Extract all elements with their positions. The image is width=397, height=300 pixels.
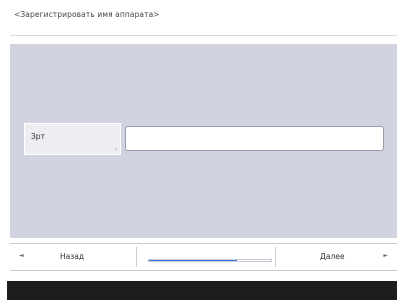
right-triangle-icon: ► <box>383 252 388 259</box>
step-progress-bar <box>148 259 272 262</box>
step-progress-fill <box>149 260 237 261</box>
next-button[interactable]: Далее ► <box>275 247 397 267</box>
label-marker-icon: › <box>115 147 117 153</box>
next-button-label: Далее <box>320 252 345 261</box>
back-button-label: Назад <box>60 252 85 261</box>
navigation-bar: ◄ Назад Далее ► <box>10 243 397 271</box>
device-name-label: Зрт <box>31 132 45 141</box>
bottom-status-strip <box>7 281 397 300</box>
device-name-label-box: Зрт › <box>24 123 121 155</box>
screen-title: <Зарегистрировать имя аппарата> <box>14 10 160 19</box>
left-triangle-icon: ◄ <box>19 252 24 259</box>
back-button[interactable]: ◄ Назад <box>10 247 137 267</box>
device-name-input[interactable] <box>125 126 384 151</box>
